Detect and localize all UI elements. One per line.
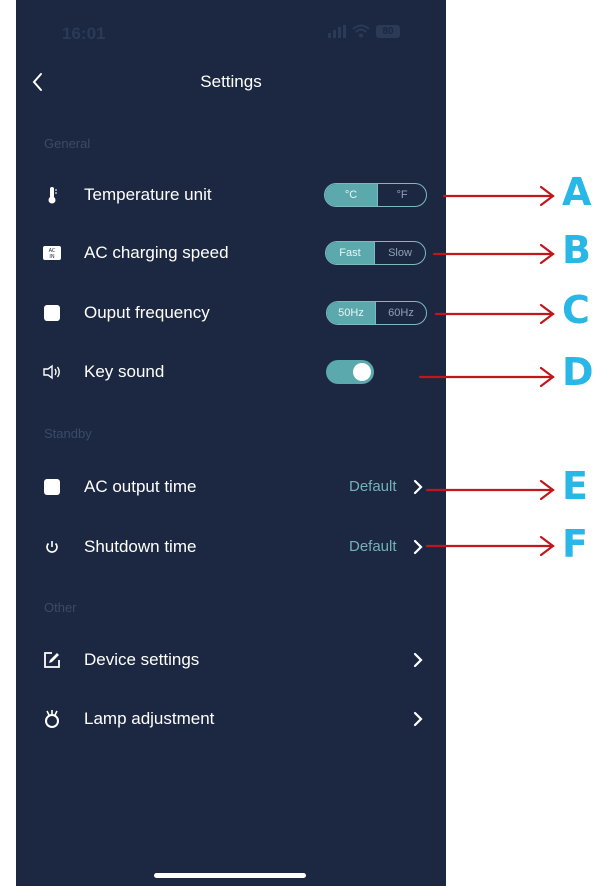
annotation-letter-a: A [562, 170, 592, 214]
annotation-letter-f: F [562, 522, 588, 566]
annotation-letter-c: C [562, 288, 590, 332]
annotation-arrows [418, 185, 555, 557]
annotation-letter-d: D [562, 350, 594, 394]
annotation-letter-b: B [562, 228, 591, 272]
annotation-letter-e: E [562, 464, 588, 508]
